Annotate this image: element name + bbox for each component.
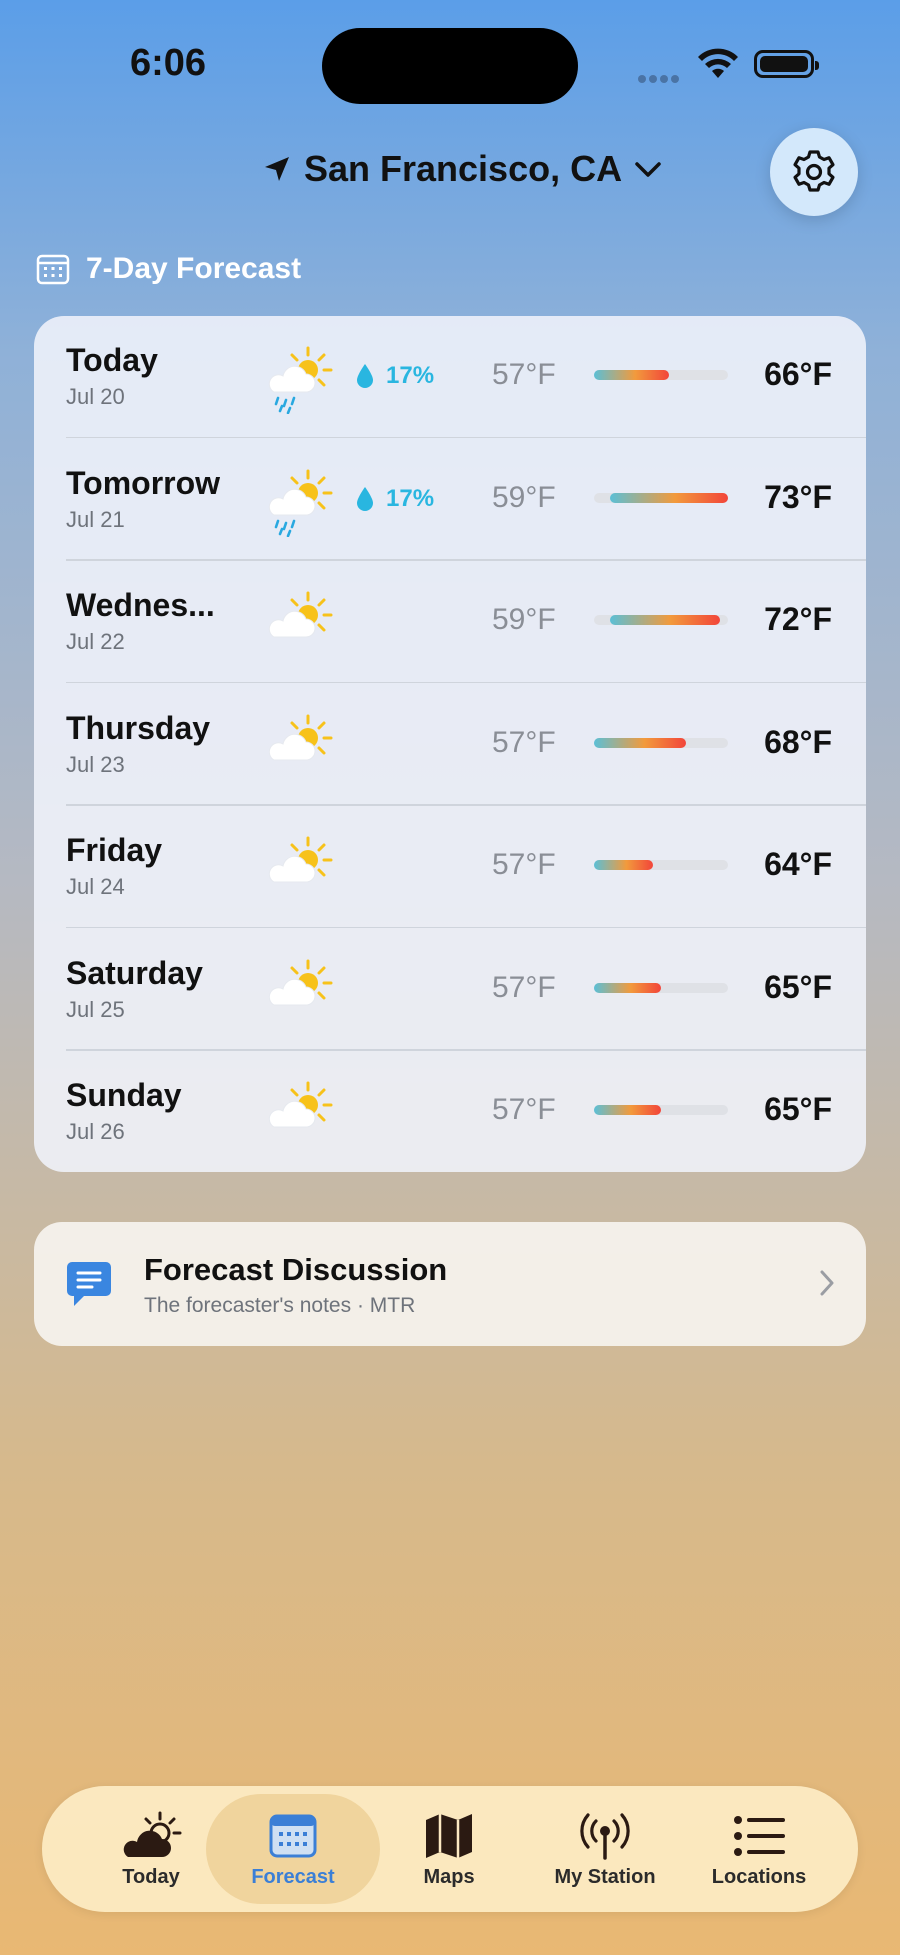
- temp-range-fill: [594, 860, 653, 870]
- antenna-icon: [580, 1813, 630, 1860]
- forecast-discussion-row[interactable]: Forecast Discussion The forecaster's not…: [34, 1222, 866, 1346]
- tab-label: Forecast: [251, 1866, 335, 1888]
- cellular-signal-icon: [638, 70, 682, 88]
- calendar-icon: [269, 1814, 317, 1858]
- low-temp: 57°F: [492, 1093, 556, 1126]
- partly-sunny-rain-icon: [268, 469, 333, 537]
- low-temp: 57°F: [492, 848, 556, 881]
- precip-percent: 17%: [386, 362, 435, 389]
- day-name: Friday: [66, 832, 163, 868]
- forecast-row[interactable]: Today Jul 20 17% 57°F 66°F: [34, 316, 866, 438]
- temp-range-bar: [594, 492, 728, 503]
- high-temp: 66°F: [764, 356, 832, 392]
- temp-range-fill: [594, 370, 670, 380]
- day-date: Jul 26: [66, 1119, 125, 1144]
- low-temp: 57°F: [492, 725, 556, 759]
- day-name: Today: [66, 342, 158, 378]
- day-date: Jul 24: [66, 874, 125, 899]
- low-temp: 57°F: [492, 358, 556, 391]
- low-temp: 57°F: [492, 970, 556, 1004]
- partly-sunny-icon: [268, 1081, 333, 1128]
- message-icon: [67, 1262, 111, 1306]
- tab-label: Locations: [711, 1866, 807, 1888]
- tab-locations[interactable]: Locations: [672, 1794, 846, 1904]
- forecast-row[interactable]: Sunday Jul 26 57°F 65°F: [34, 1051, 866, 1172]
- day-name: Sunday: [66, 1077, 182, 1113]
- raindrop-icon: [357, 486, 373, 511]
- day-date: Jul 23: [66, 751, 125, 777]
- tab-maps[interactable]: Maps: [362, 1794, 536, 1904]
- battery-icon: [754, 50, 819, 78]
- high-temp: 65°F: [764, 968, 832, 1005]
- precip-percent: 17%: [386, 484, 435, 512]
- section-title: 7-Day Forecast: [86, 252, 302, 285]
- temp-range-bar: [594, 615, 728, 625]
- day-name: Wednes...: [66, 587, 215, 623]
- high-temp: 68°F: [764, 723, 832, 760]
- temp-range-fill: [594, 982, 661, 993]
- day-date: Jul 21: [66, 506, 125, 532]
- low-temp: 59°F: [492, 480, 556, 514]
- location-selector[interactable]: San Francisco, CA: [262, 148, 662, 190]
- high-temp: 72°F: [764, 601, 832, 637]
- status-time: 6:06: [130, 42, 207, 84]
- tab-forecast[interactable]: Forecast: [206, 1794, 380, 1904]
- location-name: San Francisco, CA: [304, 148, 623, 189]
- raindrop-icon: [357, 364, 373, 388]
- map-icon: [426, 1814, 472, 1858]
- partly-sunny-rain-icon: [268, 346, 333, 414]
- wifi-icon: [698, 48, 738, 78]
- forecast-row[interactable]: Thursday Jul 23 57°F 68°F: [34, 684, 866, 806]
- dynamic-island: [322, 28, 578, 104]
- high-temp: 65°F: [764, 1091, 832, 1127]
- forecast-row[interactable]: Tomorrow Jul 21 17% 59°F 73°F: [34, 439, 866, 561]
- temp-range-bar: [594, 860, 728, 870]
- partly-sunny-icon: [268, 714, 333, 760]
- day-name: Tomorrow: [66, 464, 221, 501]
- temp-range-fill: [594, 1105, 661, 1115]
- forecast-row[interactable]: Saturday Jul 25 57°F 65°F: [34, 929, 866, 1051]
- forecast-card: Today Jul 20 17% 57°F 66°F Tomorrow Jul 21 17% 5…: [34, 316, 866, 1172]
- discussion-subtitle: The forecaster's notes · MTR: [144, 1294, 416, 1317]
- gear-icon: [793, 150, 835, 192]
- calendar-icon: [36, 254, 70, 285]
- location-arrow-icon: [265, 157, 289, 181]
- tab-label: Maps: [423, 1866, 475, 1888]
- forecast-row[interactable]: Wednes... Jul 22 59°F 72°F: [34, 561, 866, 683]
- forecast-row[interactable]: Friday Jul 24 57°F 64°F: [34, 806, 866, 928]
- precip-chance: 17%: [356, 485, 434, 513]
- high-temp: 64°F: [764, 846, 832, 882]
- temp-range-bar: [594, 370, 728, 380]
- temp-range-fill: [610, 492, 728, 503]
- settings-button[interactable]: [770, 128, 858, 216]
- high-temp: 73°F: [764, 478, 832, 515]
- chevron-right-icon: [820, 1270, 834, 1296]
- chevron-down-icon: [635, 162, 661, 177]
- tab-label: Today: [122, 1866, 180, 1888]
- day-date: Jul 22: [66, 629, 125, 654]
- low-temp: 59°F: [492, 603, 556, 636]
- day-name: Thursday: [66, 709, 211, 746]
- tab-label: My Station: [554, 1866, 656, 1888]
- partly-sunny-icon: [268, 591, 333, 638]
- precip-chance: 17%: [356, 362, 434, 390]
- cloud-sun-icon: [123, 1811, 182, 1857]
- discussion-title: Forecast Discussion: [144, 1252, 448, 1287]
- partly-sunny-icon: [268, 959, 333, 1005]
- temp-range-fill: [610, 615, 720, 625]
- tab-my-station[interactable]: My Station: [518, 1794, 692, 1904]
- section-header: 7-Day Forecast: [36, 252, 301, 286]
- day-date: Jul 25: [66, 996, 125, 1022]
- status-bar: 6:06: [0, 0, 900, 120]
- tab-bar: Today Forecast Maps My Station Locations: [42, 1786, 858, 1912]
- temp-range-bar: [594, 737, 728, 748]
- list-icon: [734, 1816, 785, 1856]
- day-name: Saturday: [66, 954, 203, 991]
- partly-sunny-icon: [268, 836, 333, 883]
- temp-range-bar: [594, 1105, 728, 1115]
- temp-range-fill: [594, 737, 687, 748]
- day-date: Jul 20: [66, 384, 125, 409]
- temp-range-bar: [594, 982, 728, 993]
